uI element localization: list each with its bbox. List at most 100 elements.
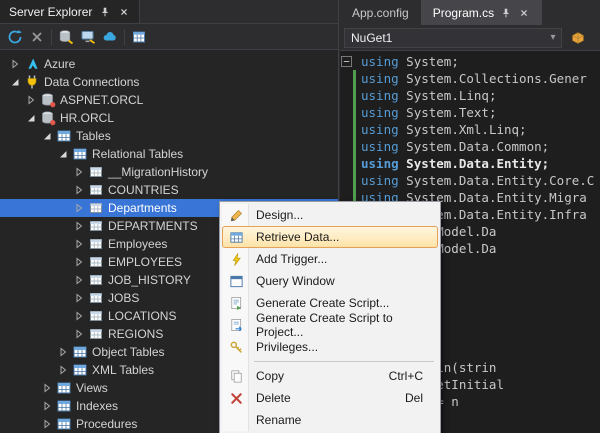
chevron-expanded-icon[interactable] xyxy=(40,129,54,143)
table-icon xyxy=(88,182,104,198)
menu-item-design[interactable]: Design... xyxy=(222,204,438,226)
project-combo[interactable]: NuGet1 ▾ xyxy=(344,28,562,48)
chevron-collapsed-icon[interactable] xyxy=(56,363,70,377)
menu-item-generate-create-script-to-project[interactable]: Generate Create Script to Project... xyxy=(222,314,438,336)
menu-item-privileges[interactable]: Privileges... xyxy=(222,336,438,358)
pin-icon[interactable] xyxy=(99,6,111,18)
code-line: using System.Text; xyxy=(340,104,600,121)
chevron-collapsed-icon[interactable] xyxy=(72,291,86,305)
server-explorer-title-tab[interactable]: Server Explorer xyxy=(0,0,140,23)
tree-item-label: XML Tables xyxy=(92,363,154,377)
refresh-icon[interactable] xyxy=(4,27,26,47)
close-icon[interactable] xyxy=(518,7,530,19)
table-icon xyxy=(88,218,104,234)
toolbar-separator xyxy=(124,29,125,45)
change-tracking-bar xyxy=(353,104,356,121)
chevron-collapsed-icon[interactable] xyxy=(24,93,38,107)
chevron-collapsed-icon[interactable] xyxy=(72,201,86,215)
table-folder-icon xyxy=(56,380,72,396)
menu-item-shortcut: Del xyxy=(405,391,437,405)
generate-script-project-icon xyxy=(223,318,249,333)
tree-item-aspnet-orcl[interactable]: ASPNET.ORCL xyxy=(0,91,338,109)
table-icon xyxy=(88,236,104,252)
chevron-expanded-icon[interactable] xyxy=(24,111,38,125)
tree-item-migrationhistory[interactable]: __MigrationHistory xyxy=(0,163,338,181)
retrieve-data-icon xyxy=(223,230,249,245)
chevron-expanded-icon[interactable] xyxy=(8,75,22,89)
tree-item-tables[interactable]: Tables xyxy=(0,127,338,145)
close-icon[interactable] xyxy=(118,6,130,18)
connect-server-icon[interactable] xyxy=(77,27,99,47)
tree-item-label: DEPARTMENTS xyxy=(108,219,198,233)
tree-item-label: Azure xyxy=(44,57,75,71)
keyword: using xyxy=(361,54,399,69)
tree-item-label: LOCATIONS xyxy=(108,309,176,323)
chevron-collapsed-icon[interactable] xyxy=(56,345,70,359)
code-line: using System.Data.Common; xyxy=(340,138,600,155)
chevron-collapsed-icon[interactable] xyxy=(72,327,86,341)
connections-icon xyxy=(24,74,40,90)
table-folder-icon xyxy=(72,146,88,162)
code-line: using System.Collections.Gener xyxy=(340,70,600,87)
change-tracking-bar xyxy=(353,155,356,172)
azure-cloud-icon[interactable] xyxy=(99,27,121,47)
chevron-collapsed-icon[interactable] xyxy=(72,219,86,233)
database-icon xyxy=(40,92,56,108)
code-text: using System; xyxy=(361,54,459,69)
menu-item-label: Design... xyxy=(249,208,303,222)
design-icon xyxy=(223,208,249,223)
tab-app-config[interactable]: App.config xyxy=(340,0,421,25)
tab-program-cs[interactable]: Program.cs xyxy=(421,0,542,25)
chevron-collapsed-icon[interactable] xyxy=(8,57,22,71)
chevron-expanded-icon[interactable] xyxy=(56,147,70,161)
chevron-collapsed-icon[interactable] xyxy=(40,399,54,413)
tree-item-label: COUNTRIES xyxy=(108,183,179,197)
server-explorer-toolbar xyxy=(0,24,338,50)
tree-item-relational-tables[interactable]: Relational Tables xyxy=(0,145,338,163)
chevron-collapsed-icon[interactable] xyxy=(40,417,54,431)
menu-item-label: Privileges... xyxy=(249,340,318,354)
tree-item-label: EMPLOYEES xyxy=(108,255,182,269)
tree-item-label: HR.ORCL xyxy=(60,111,114,125)
menu-item-label: Add Trigger... xyxy=(249,252,327,266)
chevron-collapsed-icon[interactable] xyxy=(72,165,86,179)
stop-refresh-icon[interactable] xyxy=(26,27,48,47)
menu-separator xyxy=(254,361,434,362)
code-text: using System.Linq; xyxy=(361,88,496,103)
pin-icon[interactable] xyxy=(500,7,512,19)
add-trigger-icon xyxy=(223,252,249,267)
chevron-collapsed-icon[interactable] xyxy=(72,273,86,287)
editor-navbar: NuGet1 ▾ xyxy=(340,25,600,51)
menu-item-rename[interactable]: Rename xyxy=(222,409,438,431)
toolbar-separator xyxy=(51,29,52,45)
connect-database-icon[interactable] xyxy=(55,27,77,47)
tree-item-countries[interactable]: COUNTRIES xyxy=(0,181,338,199)
tree-item-azure[interactable]: Azure xyxy=(0,55,338,73)
tree-item-data-connections[interactable]: Data Connections xyxy=(0,73,338,91)
tree-item-label: Employees xyxy=(108,237,167,251)
chevron-collapsed-icon[interactable] xyxy=(72,309,86,323)
chevron-collapsed-icon[interactable] xyxy=(72,183,86,197)
menu-item-delete[interactable]: DeleteDel xyxy=(222,387,438,409)
menu-item-add-trigger[interactable]: Add Trigger... xyxy=(222,248,438,270)
privileges-icon xyxy=(223,340,249,355)
tree-item-label: Departments xyxy=(108,201,177,215)
code-text: using System.Data.Entity.Core.C xyxy=(361,173,594,188)
tree-item-label: Data Connections xyxy=(44,75,139,89)
menu-item-label: Retrieve Data... xyxy=(249,230,339,244)
chevron-collapsed-icon[interactable] xyxy=(40,381,54,395)
fold-minus-icon[interactable] xyxy=(340,56,353,67)
server-explorer-title: Server Explorer xyxy=(9,5,92,19)
menu-item-query-window[interactable]: Query Window xyxy=(222,270,438,292)
table-grid-icon[interactable] xyxy=(128,27,150,47)
code-text: using System.Collections.Gener xyxy=(361,71,587,86)
visual-studio-window: Server Explorer Azure Data Connections ASP… xyxy=(0,0,600,433)
chevron-collapsed-icon[interactable] xyxy=(72,255,86,269)
code-line: using System; xyxy=(340,53,600,70)
tree-item-label: JOB_HISTORY xyxy=(108,273,191,287)
chevron-collapsed-icon[interactable] xyxy=(72,237,86,251)
change-tracking-bar xyxy=(353,70,356,87)
menu-item-copy[interactable]: CopyCtrl+C xyxy=(222,365,438,387)
tree-item-hr-orcl[interactable]: HR.ORCL xyxy=(0,109,338,127)
menu-item-retrieve-data[interactable]: Retrieve Data... xyxy=(222,226,438,248)
